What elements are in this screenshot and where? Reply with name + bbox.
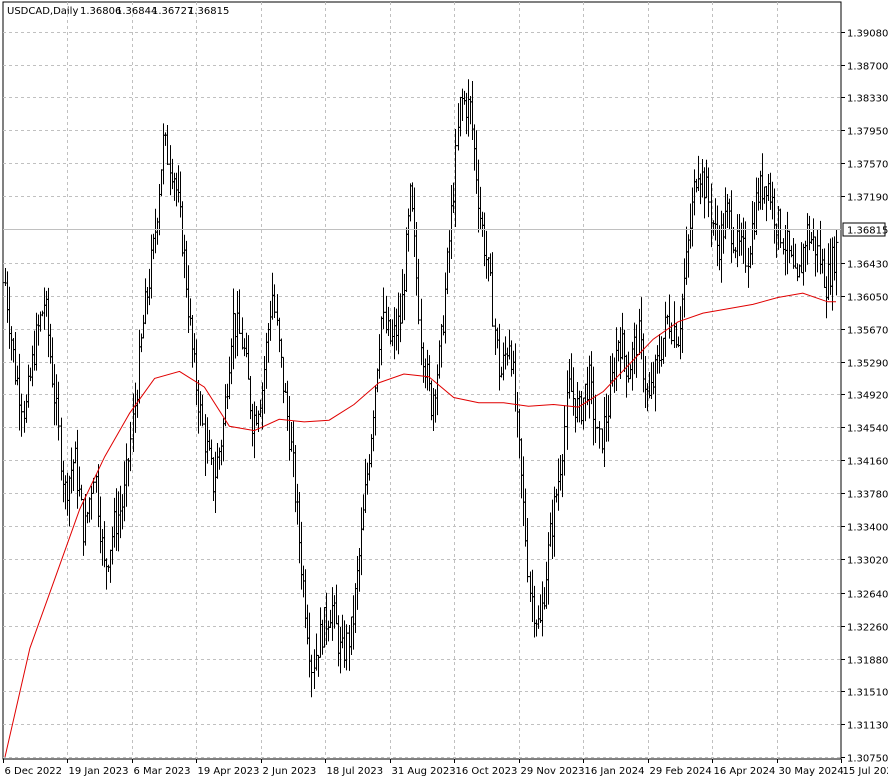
- y-tick-label: 1.37950: [847, 127, 888, 138]
- y-tick-label: 1.33020: [847, 556, 888, 567]
- x-tick-label: 15 Jul 2024: [843, 766, 888, 777]
- y-tick-label: 1.39080: [847, 29, 888, 40]
- chart-header: USDCAD,Daily 1.36806 1.36844 1.36727 1.3…: [7, 6, 229, 17]
- y-tick-label: 1.37190: [847, 193, 888, 204]
- x-tick-label: 16 Jan 2024: [585, 766, 645, 777]
- y-tick-label: 1.38700: [847, 62, 888, 73]
- y-tick-label: 1.36430: [847, 260, 888, 271]
- y-tick-label: 1.37570: [847, 160, 888, 171]
- chart-background: [0, 0, 888, 781]
- x-tick-label: 31 Aug 2023: [392, 766, 456, 777]
- x-tick-label: 6 Dec 2022: [5, 766, 63, 777]
- current-price-tag: 1.36815: [842, 222, 888, 237]
- header-close: 1.36815: [188, 6, 229, 17]
- x-tick-label: 19 Apr 2023: [198, 766, 260, 777]
- y-tick-label: 1.32640: [847, 590, 888, 601]
- y-tick-label: 1.31880: [847, 656, 888, 667]
- x-tick-label: 30 May 2024: [779, 766, 844, 777]
- x-tick-label: 29 Nov 2023: [521, 766, 585, 777]
- y-tick-label: 1.33780: [847, 490, 888, 501]
- y-tick-label: 1.31130: [847, 721, 888, 732]
- price-chart: 1.39080 1.38700 1.38330 1.37950 1.37570 1.371…: [0, 0, 888, 781]
- x-tick-label: 2 Jun 2023: [263, 766, 317, 777]
- y-tick-label: 1.33400: [847, 523, 888, 534]
- y-tick-label: 1.38330: [847, 94, 888, 105]
- x-tick-label: 19 Jan 2023: [69, 766, 129, 777]
- x-tick-label: 16 Apr 2024: [714, 766, 776, 777]
- y-tick-label: 1.36050: [847, 293, 888, 304]
- x-tick-label: 6 Mar 2023: [134, 766, 191, 777]
- y-tick-label: 1.30750: [847, 754, 888, 765]
- y-tick-label: 1.34920: [847, 391, 888, 402]
- x-tick-label: 16 Oct 2023: [456, 766, 518, 777]
- y-tick-label: 1.31510: [847, 688, 888, 699]
- y-tick-label: 1.32260: [847, 623, 888, 634]
- x-tick-label: 29 Feb 2024: [650, 766, 712, 777]
- header-symbol: USDCAD,Daily: [7, 6, 78, 17]
- y-tick-label: 1.35670: [847, 326, 888, 337]
- x-tick-label: 18 Jul 2023: [327, 766, 384, 777]
- current-price-label: 1.36815: [847, 226, 888, 237]
- y-tick-label: 1.35290: [847, 359, 888, 370]
- y-tick-label: 1.34160: [847, 457, 888, 468]
- y-tick-label: 1.34540: [847, 424, 888, 435]
